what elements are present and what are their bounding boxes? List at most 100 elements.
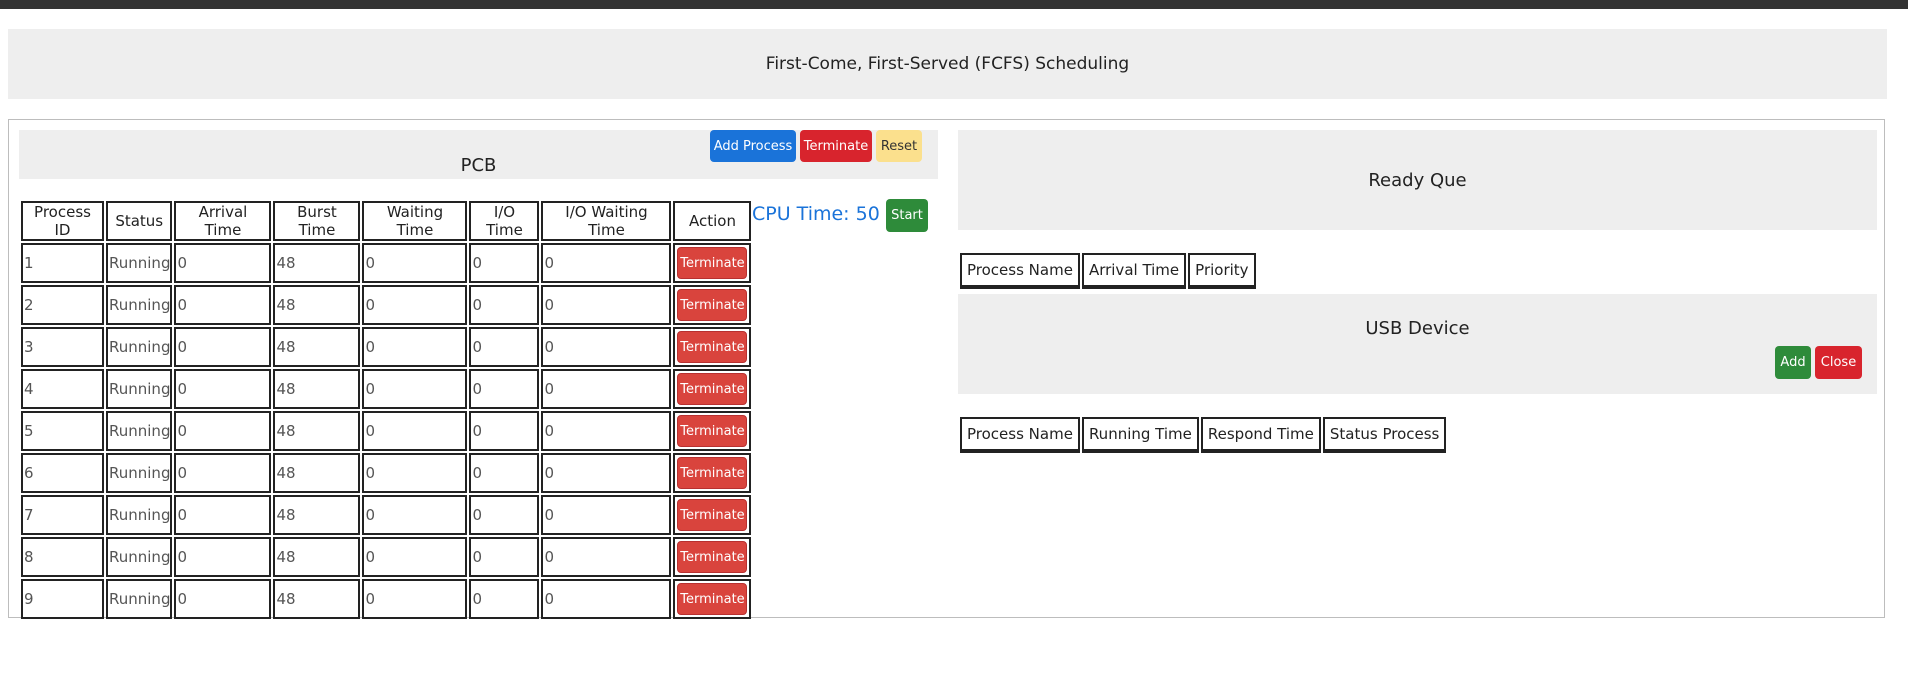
page-title-bar: First-Come, First-Served (FCFS) Scheduli… <box>8 29 1887 99</box>
cell-action: Terminate <box>673 537 752 577</box>
row-terminate-button[interactable]: Terminate <box>677 289 748 321</box>
table-row: 1 Running 0 48 0 0 0 Terminate <box>21 243 752 283</box>
cell-waiting-time: 0 <box>362 579 468 619</box>
col-arrival-time: Arrival Time <box>174 201 272 241</box>
row-terminate-button[interactable]: Terminate <box>677 373 748 405</box>
cell-io-time: 0 <box>469 285 540 325</box>
table-row: 4 Running 0 48 0 0 0 Terminate <box>21 369 752 409</box>
col-arrival-time: Arrival Time <box>1081 253 1187 289</box>
cell-arrival-time: 0 <box>174 453 272 493</box>
cell-io-time: 0 <box>469 537 540 577</box>
cell-burst-time: 48 <box>273 579 361 619</box>
cell-status: Running <box>106 243 173 283</box>
cell-arrival-time: 0 <box>174 327 272 367</box>
col-burst-time: Burst Time <box>273 201 361 241</box>
row-terminate-button[interactable]: Terminate <box>677 247 748 279</box>
row-terminate-button[interactable]: Terminate <box>677 541 748 573</box>
cell-arrival-time: 0 <box>174 495 272 535</box>
cell-waiting-time: 0 <box>362 537 468 577</box>
usb-device-panel: USB Device <box>958 294 1877 394</box>
usb-header-row: Process Name Running Time Respond Time S… <box>960 417 1447 453</box>
cell-status: Running <box>106 537 173 577</box>
cell-io-time: 0 <box>469 369 540 409</box>
cell-waiting-time: 0 <box>362 285 468 325</box>
col-waiting-time: Waiting Time <box>362 201 468 241</box>
cell-io-waiting-time: 0 <box>541 453 672 493</box>
cell-action: Terminate <box>673 579 752 619</box>
cell-io-waiting-time: 0 <box>541 537 672 577</box>
ready-queue-title: Ready Que <box>1368 169 1467 191</box>
cell-process-id: 7 <box>21 495 104 535</box>
cell-process-id: 9 <box>21 579 104 619</box>
col-status: Status <box>106 201 173 241</box>
cell-status: Running <box>106 579 173 619</box>
cell-io-waiting-time: 0 <box>541 285 672 325</box>
cell-burst-time: 48 <box>273 243 361 283</box>
cell-io-time: 0 <box>469 327 540 367</box>
cell-process-id: 4 <box>21 369 104 409</box>
cell-io-waiting-time: 0 <box>541 411 672 451</box>
cell-status: Running <box>106 285 173 325</box>
table-row: 7 Running 0 48 0 0 0 Terminate <box>21 495 752 535</box>
row-terminate-button[interactable]: Terminate <box>677 331 748 363</box>
usb-device-title: USB Device <box>1365 318 1470 339</box>
ready-queue-table: Process Name Arrival Time Priority <box>958 251 1258 291</box>
cell-waiting-time: 0 <box>362 243 468 283</box>
table-row: 2 Running 0 48 0 0 0 Terminate <box>21 285 752 325</box>
cell-waiting-time: 0 <box>362 327 468 367</box>
col-action: Action <box>673 201 752 241</box>
cell-waiting-time: 0 <box>362 369 468 409</box>
col-process-name: Process Name <box>960 253 1080 289</box>
row-terminate-button[interactable]: Terminate <box>677 499 748 531</box>
cell-status: Running <box>106 369 173 409</box>
cell-process-id: 3 <box>21 327 104 367</box>
pcb-header-row: Process ID Status Arrival Time Burst Tim… <box>21 201 752 241</box>
col-io-time: I/O Time <box>469 201 540 241</box>
start-button[interactable]: Start <box>886 199 928 232</box>
cpu-time-label: CPU Time: 50 <box>752 203 880 225</box>
cell-io-waiting-time: 0 <box>541 369 672 409</box>
cell-process-id: 8 <box>21 537 104 577</box>
cell-arrival-time: 0 <box>174 411 272 451</box>
cell-burst-time: 48 <box>273 453 361 493</box>
cell-io-time: 0 <box>469 411 540 451</box>
usb-device-table: Process Name Running Time Respond Time S… <box>958 415 1448 455</box>
cell-burst-time: 48 <box>273 537 361 577</box>
cell-io-waiting-time: 0 <box>541 327 672 367</box>
cell-burst-time: 48 <box>273 411 361 451</box>
usb-add-button[interactable]: Add <box>1775 346 1811 379</box>
cell-burst-time: 48 <box>273 327 361 367</box>
cell-status: Running <box>106 327 173 367</box>
cell-io-time: 0 <box>469 243 540 283</box>
terminate-button[interactable]: Terminate <box>800 130 872 162</box>
cell-status: Running <box>106 495 173 535</box>
row-terminate-button[interactable]: Terminate <box>677 415 748 447</box>
cell-io-time: 0 <box>469 579 540 619</box>
col-respond-time: Respond Time <box>1200 417 1321 453</box>
table-row: 3 Running 0 48 0 0 0 Terminate <box>21 327 752 367</box>
row-terminate-button[interactable]: Terminate <box>677 583 748 615</box>
cell-action: Terminate <box>673 411 752 451</box>
top-bar <box>0 0 1908 9</box>
page-title: First-Come, First-Served (FCFS) Scheduli… <box>765 54 1130 74</box>
cell-io-waiting-time: 0 <box>541 243 672 283</box>
cell-action: Terminate <box>673 243 752 283</box>
cell-action: Terminate <box>673 453 752 493</box>
cell-arrival-time: 0 <box>174 579 272 619</box>
table-row: 5 Running 0 48 0 0 0 Terminate <box>21 411 752 451</box>
cell-arrival-time: 0 <box>174 285 272 325</box>
pcb-table: Process ID Status Arrival Time Burst Tim… <box>19 199 753 621</box>
table-row: 9 Running 0 48 0 0 0 Terminate <box>21 579 752 619</box>
cell-process-id: 5 <box>21 411 104 451</box>
usb-close-button[interactable]: Close <box>1815 346 1862 379</box>
cell-waiting-time: 0 <box>362 411 468 451</box>
row-terminate-button[interactable]: Terminate <box>677 457 748 489</box>
cell-action: Terminate <box>673 285 752 325</box>
col-io-waiting-time: I/O Waiting Time <box>541 201 672 241</box>
cell-status: Running <box>106 411 173 451</box>
reset-button[interactable]: Reset <box>876 130 922 162</box>
cell-action: Terminate <box>673 327 752 367</box>
add-process-button[interactable]: Add Process <box>710 130 796 162</box>
cell-process-id: 2 <box>21 285 104 325</box>
cell-io-waiting-time: 0 <box>541 495 672 535</box>
